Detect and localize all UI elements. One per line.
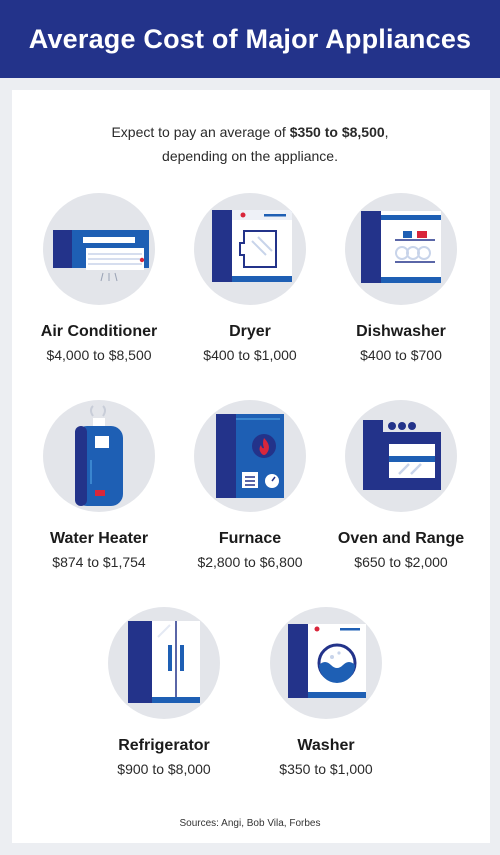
appliance-name: Oven and Range	[337, 530, 465, 547]
appliance-price: $400 to $1,000	[203, 347, 297, 363]
icon-circle	[194, 193, 306, 305]
icon-circle	[108, 607, 220, 719]
appliance-washer: Washer $350 to $1,000	[246, 607, 406, 777]
air-conditioner-icon	[53, 230, 149, 282]
appliance-price: $400 to $700	[360, 347, 442, 363]
intro-range: $350 to $8,500	[289, 124, 385, 140]
page-title: Average Cost of Major Appliances	[28, 23, 472, 54]
appliance-furnace: Furnace $2,800 to $6,800	[170, 400, 330, 570]
icon-circle	[43, 400, 155, 512]
dishwasher-icon	[361, 211, 441, 283]
appliance-refrigerator: Refrigerator $900 to $8,000	[84, 607, 244, 777]
appliance-name: Furnace	[218, 530, 282, 547]
icon-circle	[345, 400, 457, 512]
appliance-dryer: Dryer $400 to $1,000	[170, 193, 330, 363]
appliance-price: $650 to $2,000	[354, 554, 448, 570]
appliance-price: $900 to $8,000	[117, 761, 211, 777]
header-banner: Average Cost of Major Appliances	[0, 0, 500, 78]
appliance-price: $874 to $1,754	[52, 554, 146, 570]
icon-circle	[43, 193, 155, 305]
furnace-icon	[216, 414, 284, 498]
appliance-name: Dishwasher	[356, 323, 446, 340]
oven-range-icon	[363, 420, 441, 490]
appliance-price: $350 to $1,000	[279, 761, 373, 777]
icon-circle	[194, 400, 306, 512]
refrigerator-icon	[128, 621, 200, 703]
appliance-oven-range: Oven and Range $650 to $2,000	[321, 400, 481, 570]
appliance-price: $2,800 to $6,800	[197, 554, 303, 570]
appliance-name: Washer	[297, 737, 355, 754]
intro-line-2: depending on the appliance.	[162, 148, 338, 164]
intro-line-1: Expect to pay an average of $350 to $8,5…	[0, 120, 500, 144]
appliance-air-conditioner: Air Conditioner $4,000 to $8,500	[19, 193, 179, 363]
intro-prefix: Expect to pay an average of	[111, 124, 290, 140]
icon-circle	[345, 193, 457, 305]
appliance-name: Dryer	[229, 323, 271, 340]
washer-icon	[288, 624, 366, 698]
appliance-water-heater: Water Heater $874 to $1,754	[19, 400, 179, 570]
water-heater-icon	[75, 405, 123, 506]
appliance-name: Air Conditioner	[40, 323, 158, 340]
sources-note: Sources: Angi, Bob Vila, Forbes	[179, 818, 321, 829]
appliance-price: $4,000 to $8,500	[46, 347, 152, 363]
intro-suffix: ,	[384, 124, 389, 140]
appliance-dishwasher: Dishwasher $400 to $700	[321, 193, 481, 363]
icon-circle	[270, 607, 382, 719]
appliance-name: Refrigerator	[118, 737, 210, 754]
dryer-icon	[212, 210, 292, 282]
intro-text: Expect to pay an average of $350 to $8,5…	[0, 120, 500, 168]
appliance-name: Water Heater	[49, 530, 149, 547]
